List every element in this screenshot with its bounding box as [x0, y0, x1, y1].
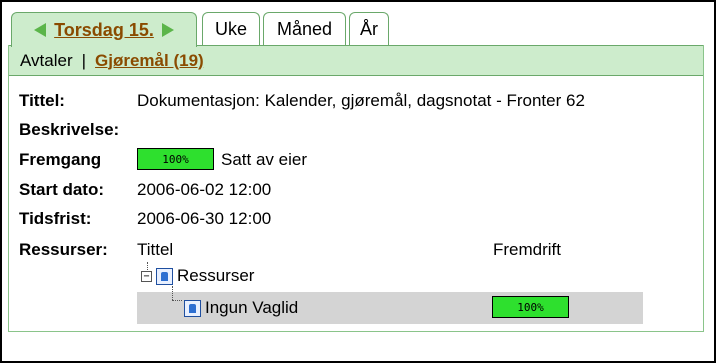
column-title-header: Tittel	[137, 240, 174, 259]
person-icon	[184, 299, 201, 317]
description-label: Beskrivelse:	[19, 120, 120, 139]
tab-day[interactable]: Torsdag 15.	[11, 12, 197, 47]
resource-progress-bar: 100%	[492, 296, 569, 318]
appointments-link[interactable]: Avtaler	[20, 51, 73, 71]
resources-label: Ressurser:	[19, 240, 108, 259]
deadline-label: Tidsfrist:	[19, 209, 92, 228]
sub-navigation: Avtaler | Gjøremål (19)	[9, 45, 703, 76]
resource-item[interactable]: Ingun Vaglid	[184, 298, 298, 318]
resource-group-name[interactable]: Ressurser	[177, 266, 254, 286]
resource-progress-value: 100%	[517, 300, 544, 314]
collapse-icon[interactable]: −	[141, 270, 152, 282]
resource-group-row[interactable]: − Ressurser	[141, 266, 254, 286]
tree-connector	[172, 300, 182, 301]
title-label: Tittel:	[19, 91, 65, 110]
group-icon	[156, 267, 173, 285]
title-value: Dokumentasjon: Kalender, gjøremål, dagsn…	[137, 91, 585, 110]
tab-day-label[interactable]: Torsdag 15.	[54, 20, 154, 41]
tab-year-label: År	[360, 19, 378, 39]
tab-week[interactable]: Uke	[202, 12, 260, 46]
tab-month[interactable]: Måned	[263, 12, 346, 46]
progress-bar: 100%	[137, 148, 214, 170]
arrow-right-icon[interactable]	[161, 23, 174, 37]
tab-strip: Torsdag 15. Uke Måned År	[8, 8, 704, 47]
start-date-value: 2006-06-02 12:00	[137, 180, 272, 199]
column-progress-header: Fremdrift	[493, 240, 561, 259]
progress-value: 100%	[162, 152, 189, 166]
tab-week-label: Uke	[214, 19, 247, 39]
progress-label: Fremgang	[19, 150, 102, 169]
resource-name[interactable]: Ingun Vaglid	[205, 298, 298, 318]
start-date-label: Start dato:	[19, 180, 104, 199]
nav-separator: |	[81, 50, 87, 70]
todos-link[interactable]: Gjøremål (19)	[95, 51, 204, 71]
progress-note: Satt av eier	[221, 150, 307, 169]
arrow-left-icon[interactable]	[34, 23, 47, 37]
tab-month-label: Måned	[276, 19, 333, 39]
deadline-value: 2006-06-30 12:00	[137, 209, 272, 228]
tab-year[interactable]: År	[349, 12, 389, 46]
tree-connector	[172, 286, 173, 300]
